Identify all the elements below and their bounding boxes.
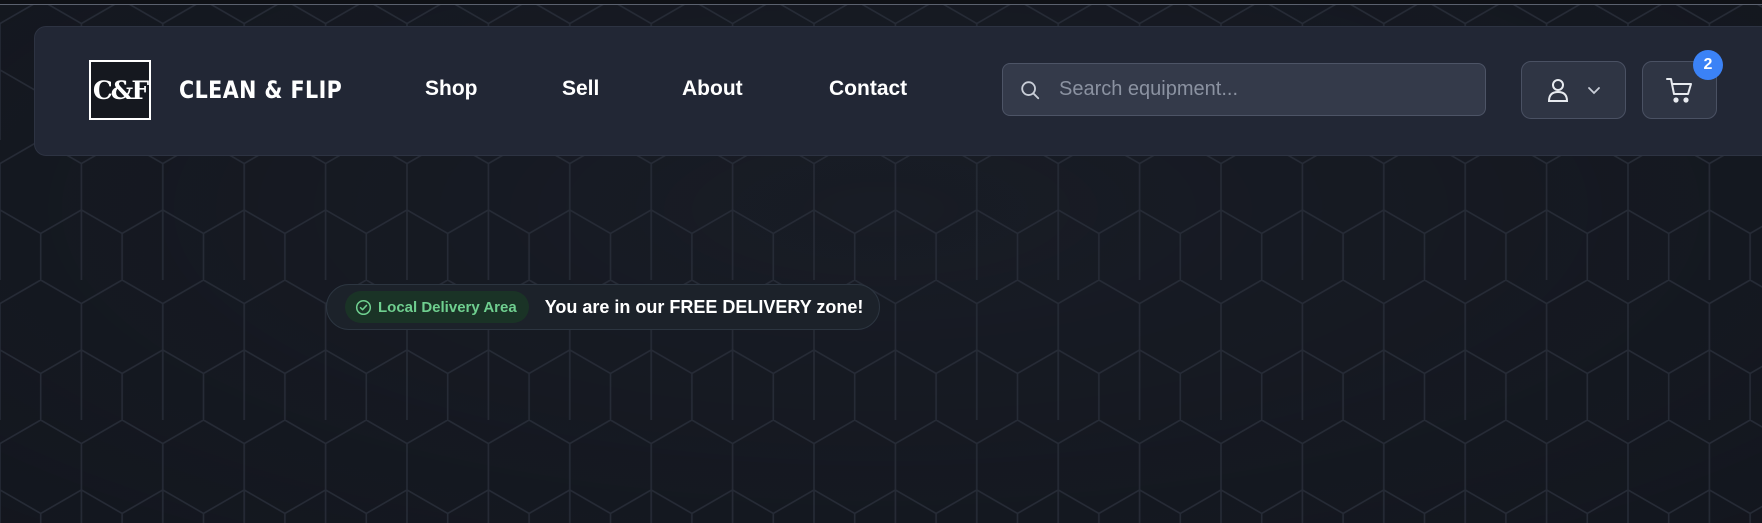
nav-item-shop[interactable]: Shop (425, 77, 478, 101)
brand[interactable]: C&F CLEAN & FLIP (89, 60, 369, 120)
brand-name[interactable]: CLEAN & FLIP (179, 76, 342, 104)
site-header: C&F CLEAN & FLIP Shop Sell About Contact (34, 26, 1762, 156)
brand-logo[interactable]: C&F (89, 60, 151, 120)
check-circle-icon (355, 299, 372, 315)
top-divider (0, 4, 1762, 5)
brand-logo-text: C&F (92, 75, 149, 105)
user-icon (1547, 79, 1568, 102)
search-bar[interactable] (1002, 63, 1486, 116)
delivery-banner: Local Delivery Area You are in our FREE … (326, 284, 880, 330)
search-input[interactable] (1057, 77, 1461, 102)
nav-item-sell[interactable]: Sell (562, 77, 599, 101)
cart-count-badge: 2 (1693, 50, 1723, 80)
search-icon (1021, 80, 1040, 99)
account-menu-button[interactable] (1521, 61, 1626, 119)
delivery-message: You are in our FREE DELIVERY zone! (544, 296, 864, 317)
chevron-down-icon (1587, 87, 1600, 95)
delivery-tag-label: Local Delivery Area (378, 298, 517, 316)
delivery-area-tag: Local Delivery Area (345, 291, 529, 323)
cart-icon (1665, 78, 1692, 103)
nav-item-contact[interactable]: Contact (829, 77, 907, 101)
nav-item-about[interactable]: About (682, 77, 743, 101)
